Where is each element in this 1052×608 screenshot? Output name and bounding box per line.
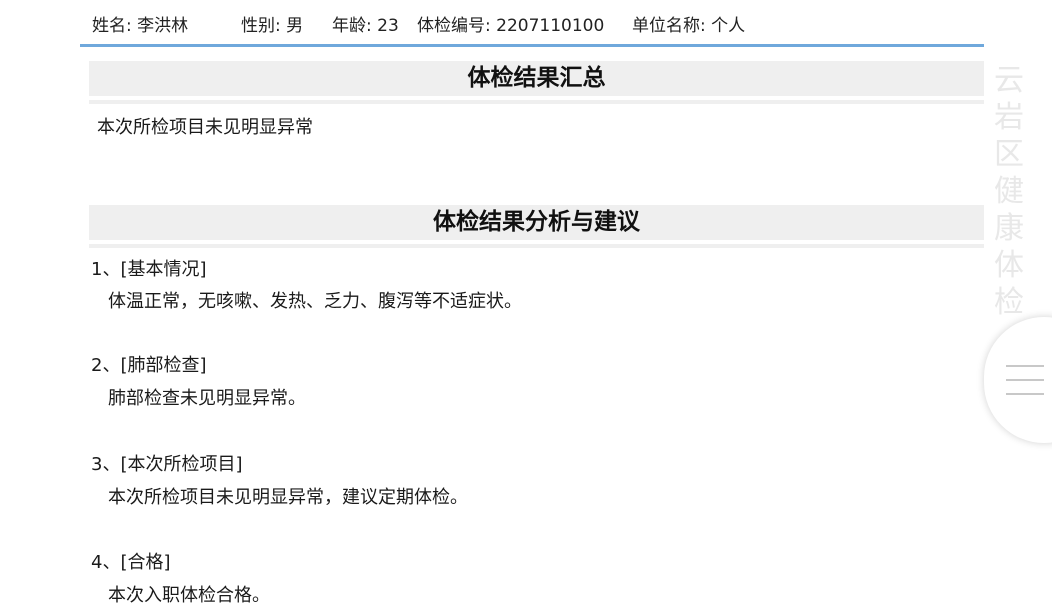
analysis-item-body: 本次所检项目未见明显异常，建议定期体检。 xyxy=(108,487,468,508)
patient-name: 姓名: 李洪林 xyxy=(92,16,189,36)
analysis-item-body: 体温正常，无咳嗽、发热、乏力、腹泻等不适症状。 xyxy=(108,291,522,312)
analysis-item-title: 1、[基本情况] xyxy=(91,259,207,280)
watermark-char: 健 xyxy=(994,174,1024,209)
watermark-char: 云 xyxy=(994,63,1024,98)
patient-gender: 性别: 男 xyxy=(241,16,304,36)
analysis-item-body: 肺部检查未见明显异常。 xyxy=(108,388,306,409)
analysis-item-body: 本次入职体检合格。 xyxy=(108,585,270,606)
analysis-item-title: 2、[肺部检查] xyxy=(91,355,207,376)
summary-text: 本次所检项目未见明显异常 xyxy=(97,117,313,138)
summary-section-header: 体检结果汇总 xyxy=(89,61,984,100)
unit-name: 单位名称: 个人 xyxy=(632,16,746,36)
watermark-char: 体 xyxy=(994,248,1024,283)
watermark-char: 岩 xyxy=(994,100,1024,135)
exam-number: 体检编号: 2207110100 xyxy=(417,16,605,36)
analysis-item-title: 3、[本次所检项目] xyxy=(91,454,243,475)
analysis-item-title: 4、[合格] xyxy=(91,552,171,573)
analysis-title: 体检结果分析与建议 xyxy=(433,209,640,235)
patient-age: 年龄: 23 xyxy=(332,16,399,36)
summary-title: 体检结果汇总 xyxy=(467,65,606,91)
watermark-char: 检 xyxy=(994,285,1024,320)
menu-icon-line xyxy=(1006,379,1044,381)
watermark-char: 区 xyxy=(994,137,1024,172)
watermark-char: 康 xyxy=(994,211,1024,246)
analysis-section-header: 体检结果分析与建议 xyxy=(89,205,984,244)
floating-menu-button[interactable] xyxy=(984,317,1052,443)
menu-icon-line xyxy=(1006,393,1044,395)
menu-icon-line xyxy=(1006,365,1044,367)
watermark: 云 岩 区 健 康 体 检 xyxy=(989,62,1029,321)
patient-info-header: 姓名: 李洪林 性别: 男 年龄: 23 体检编号: 2207110100 单位… xyxy=(80,0,984,47)
